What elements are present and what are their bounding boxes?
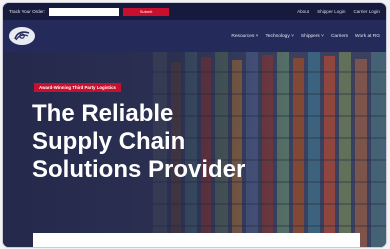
headline-line-1: The Reliable: [32, 100, 174, 127]
utility-links: About Shipper Login Carrier Login: [297, 9, 380, 14]
shipper-login-link[interactable]: Shipper Login: [317, 9, 345, 14]
nav-links: Resources ˅ Technology ˅ Shippers ˅ Carr…: [231, 34, 380, 39]
nav-work-at-rg[interactable]: Work at RG: [355, 34, 380, 39]
device-frame: Track Your Order: Submit About Shipper L…: [0, 0, 390, 249]
about-link[interactable]: About: [297, 9, 309, 14]
nav-shippers[interactable]: Shippers ˅: [301, 34, 324, 39]
nav-carriers[interactable]: Carriers: [331, 34, 348, 39]
hero-section: Award-Winning Third Party Logistics The …: [3, 52, 386, 247]
track-order-input[interactable]: [49, 7, 120, 16]
main-navbar: Resources ˅ Technology ˅ Shippers ˅ Carr…: [3, 20, 386, 52]
browser-viewport: Track Your Order: Submit About Shipper L…: [3, 3, 386, 247]
headline-line-3: Solutions Provider: [32, 156, 246, 183]
headline-line-2: Supply Chain: [32, 128, 186, 155]
carrier-login-link[interactable]: Carrier Login: [353, 9, 380, 14]
track-submit-button[interactable]: Submit: [123, 7, 170, 16]
utility-bar: Track Your Order: Submit About Shipper L…: [3, 3, 386, 20]
award-badge: Award-Winning Third Party Logistics: [34, 83, 121, 92]
hero-headline: The Reliable Supply Chain Solutions Prov…: [32, 100, 292, 184]
track-order-label: Track Your Order:: [9, 9, 46, 14]
nav-resources[interactable]: Resources ˅: [231, 34, 258, 39]
logo-mark: [14, 30, 30, 43]
quote-form-card[interactable]: [33, 233, 360, 247]
nav-technology[interactable]: Technology ˅: [265, 34, 293, 39]
rg-logo-icon[interactable]: [9, 27, 35, 45]
